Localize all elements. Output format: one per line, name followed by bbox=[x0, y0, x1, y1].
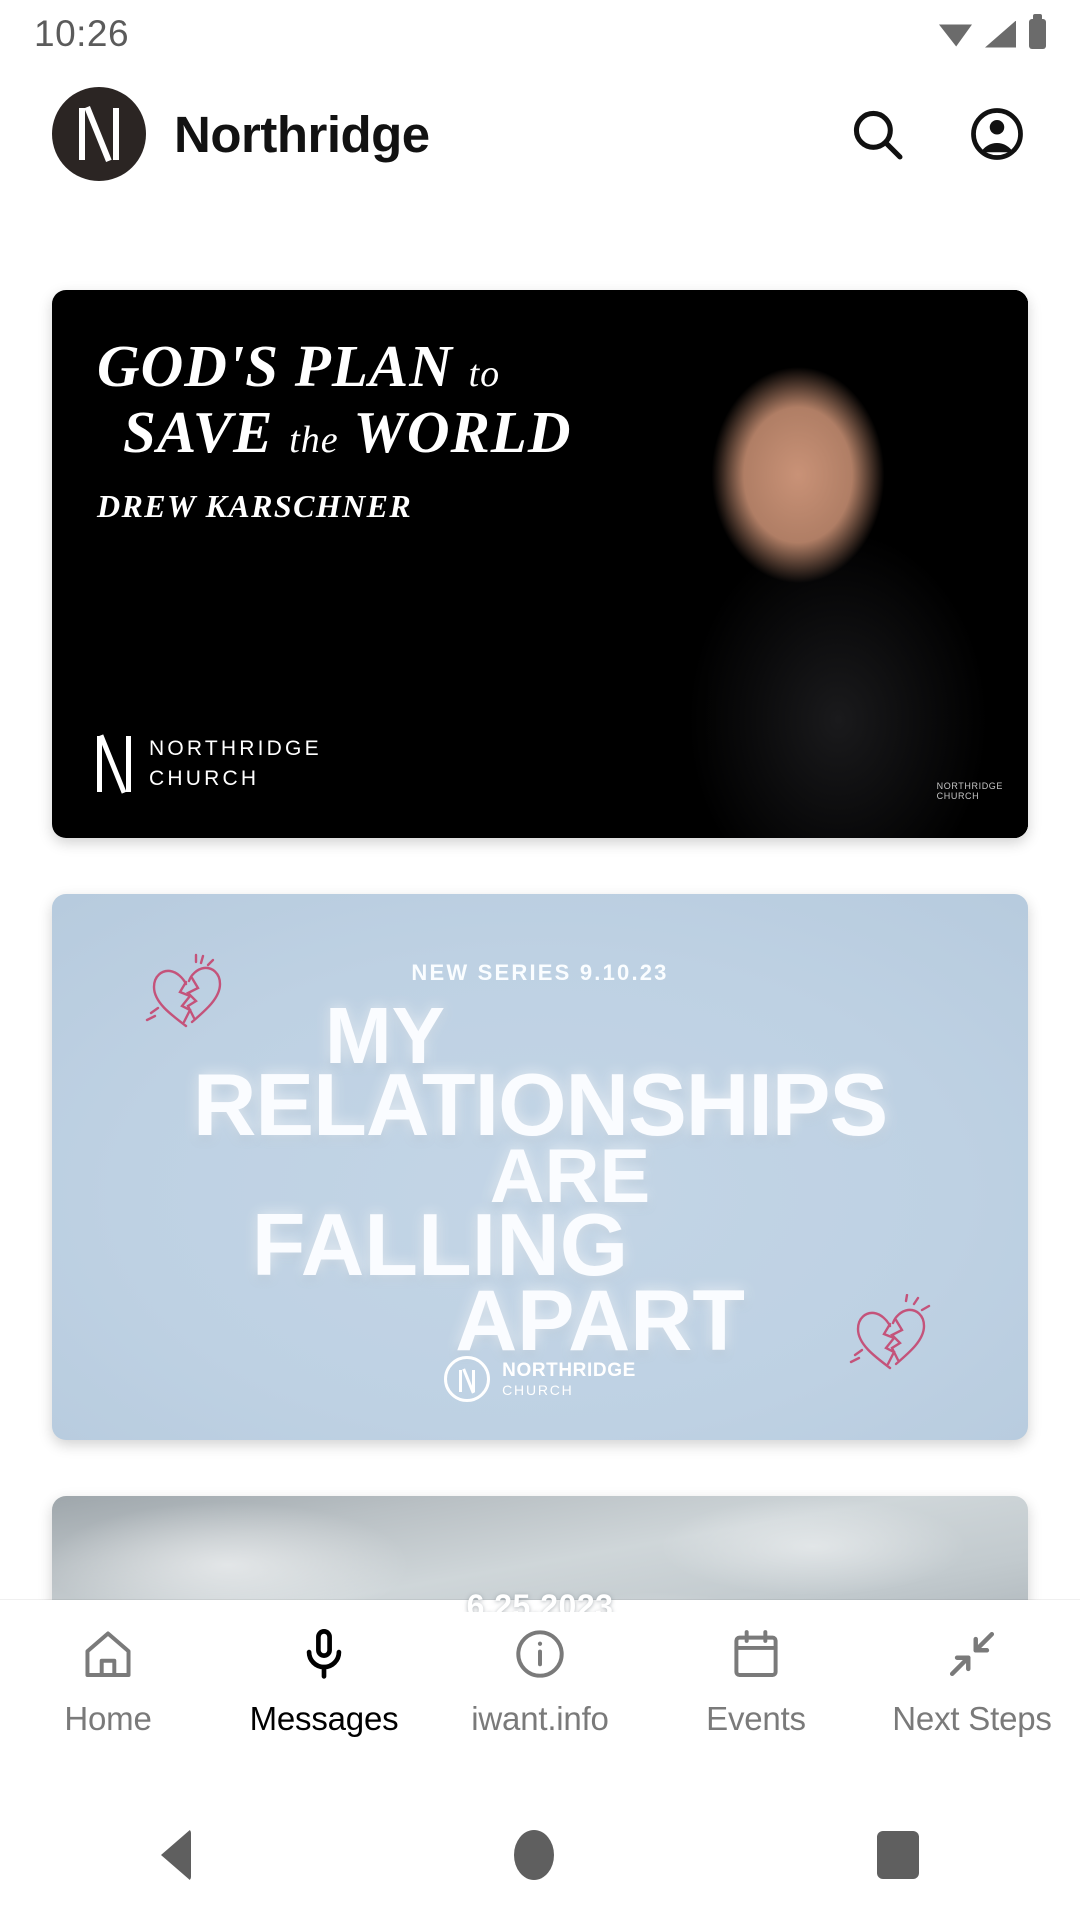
sermon-logo-line2: CHURCH bbox=[149, 767, 260, 791]
northridge-logo-icon bbox=[52, 87, 146, 181]
tab-home-label: Home bbox=[64, 1700, 152, 1737]
account-icon[interactable] bbox=[966, 103, 1028, 165]
cellular-signal-icon bbox=[985, 20, 1016, 48]
arrows-in-icon bbox=[944, 1624, 1000, 1684]
sermon-title-line1: GOD'S PLAN bbox=[97, 333, 453, 399]
info-icon bbox=[512, 1624, 568, 1684]
page-title: Northridge bbox=[174, 105, 430, 163]
tab-next-steps-label: Next Steps bbox=[892, 1700, 1052, 1737]
tab-events-label: Events bbox=[706, 1700, 806, 1737]
app-bar: Northridge bbox=[0, 68, 1080, 200]
recents-button[interactable] bbox=[876, 1831, 919, 1879]
series-logo-line1: NORTHRIDGE bbox=[502, 1359, 636, 1381]
sermon-title-block: GOD'S PLAN to SAVE the WORLD DREW KARSCH… bbox=[97, 336, 571, 525]
speaker-photo: NORTHRIDGE CHURCH bbox=[608, 290, 1028, 838]
content-feed[interactable]: NORTHRIDGE CHURCH GOD'S PLAN to SAVE the… bbox=[0, 200, 1080, 1612]
sermon-card-logo: NORTHRIDGE CHURCH bbox=[97, 734, 322, 794]
status-bar-clock: 10:26 bbox=[34, 13, 130, 54]
wifi-icon bbox=[939, 24, 972, 47]
shirt-logo: NORTHRIDGE CHURCH bbox=[936, 781, 1003, 802]
android-navigation-bar bbox=[0, 1790, 1080, 1920]
search-icon[interactable] bbox=[846, 103, 908, 165]
sermon-title-line3: WORLD bbox=[353, 399, 572, 466]
message-card[interactable]: 6.25.2023 bbox=[52, 1496, 1028, 1612]
sermon-speaker: DREW KARSCHNER bbox=[97, 488, 413, 525]
series-eyebrow: NEW SERIES 9.10.23 bbox=[411, 960, 669, 985]
app-screen: 10:26 Northridge NORTHRIDGE CHURCH GOD'S… bbox=[0, 0, 1080, 1920]
sermon-card[interactable]: NORTHRIDGE CHURCH GOD'S PLAN to SAVE the… bbox=[52, 290, 1028, 838]
back-button[interactable] bbox=[161, 1829, 192, 1881]
home-icon bbox=[80, 1624, 136, 1684]
tab-messages-label: Messages bbox=[249, 1700, 399, 1737]
northridge-mark-icon bbox=[97, 734, 131, 794]
broken-heart-icon-2 bbox=[849, 1294, 931, 1370]
sermon-logo-line1: NORTHRIDGE bbox=[149, 737, 322, 761]
series-logo-line2: CHURCH bbox=[502, 1381, 574, 1398]
bottom-tab-bar: Home Messages iwant.info Events Next Ste… bbox=[0, 1600, 1080, 1790]
status-bar-icons bbox=[939, 14, 1046, 49]
sermon-title-small2: the bbox=[289, 419, 339, 462]
calendar-icon bbox=[728, 1624, 784, 1684]
tab-iwant-info[interactable]: iwant.info bbox=[432, 1624, 648, 1738]
series-card[interactable]: NEW SERIES 9.10.23 MY RELATIONSHIPS ARE … bbox=[52, 894, 1028, 1440]
tab-events[interactable]: Events bbox=[648, 1624, 864, 1738]
microphone-icon bbox=[296, 1624, 352, 1684]
tab-iwant-info-label: iwant.info bbox=[471, 1700, 609, 1737]
battery-icon bbox=[1029, 14, 1046, 49]
status-bar: 10:26 bbox=[0, 0, 1080, 68]
brand-block: Northridge bbox=[52, 87, 846, 181]
message-date: 6.25.2023 bbox=[466, 1588, 614, 1612]
tab-messages[interactable]: Messages bbox=[216, 1624, 432, 1738]
northridge-ring-icon bbox=[444, 1356, 491, 1402]
home-button[interactable] bbox=[513, 1830, 554, 1880]
app-bar-actions bbox=[846, 103, 1028, 165]
tab-next-steps[interactable]: Next Steps bbox=[864, 1624, 1080, 1738]
sermon-title-line2: SAVE bbox=[123, 399, 274, 466]
tab-home[interactable]: Home bbox=[0, 1624, 216, 1738]
sermon-title-small1: to bbox=[468, 353, 501, 395]
